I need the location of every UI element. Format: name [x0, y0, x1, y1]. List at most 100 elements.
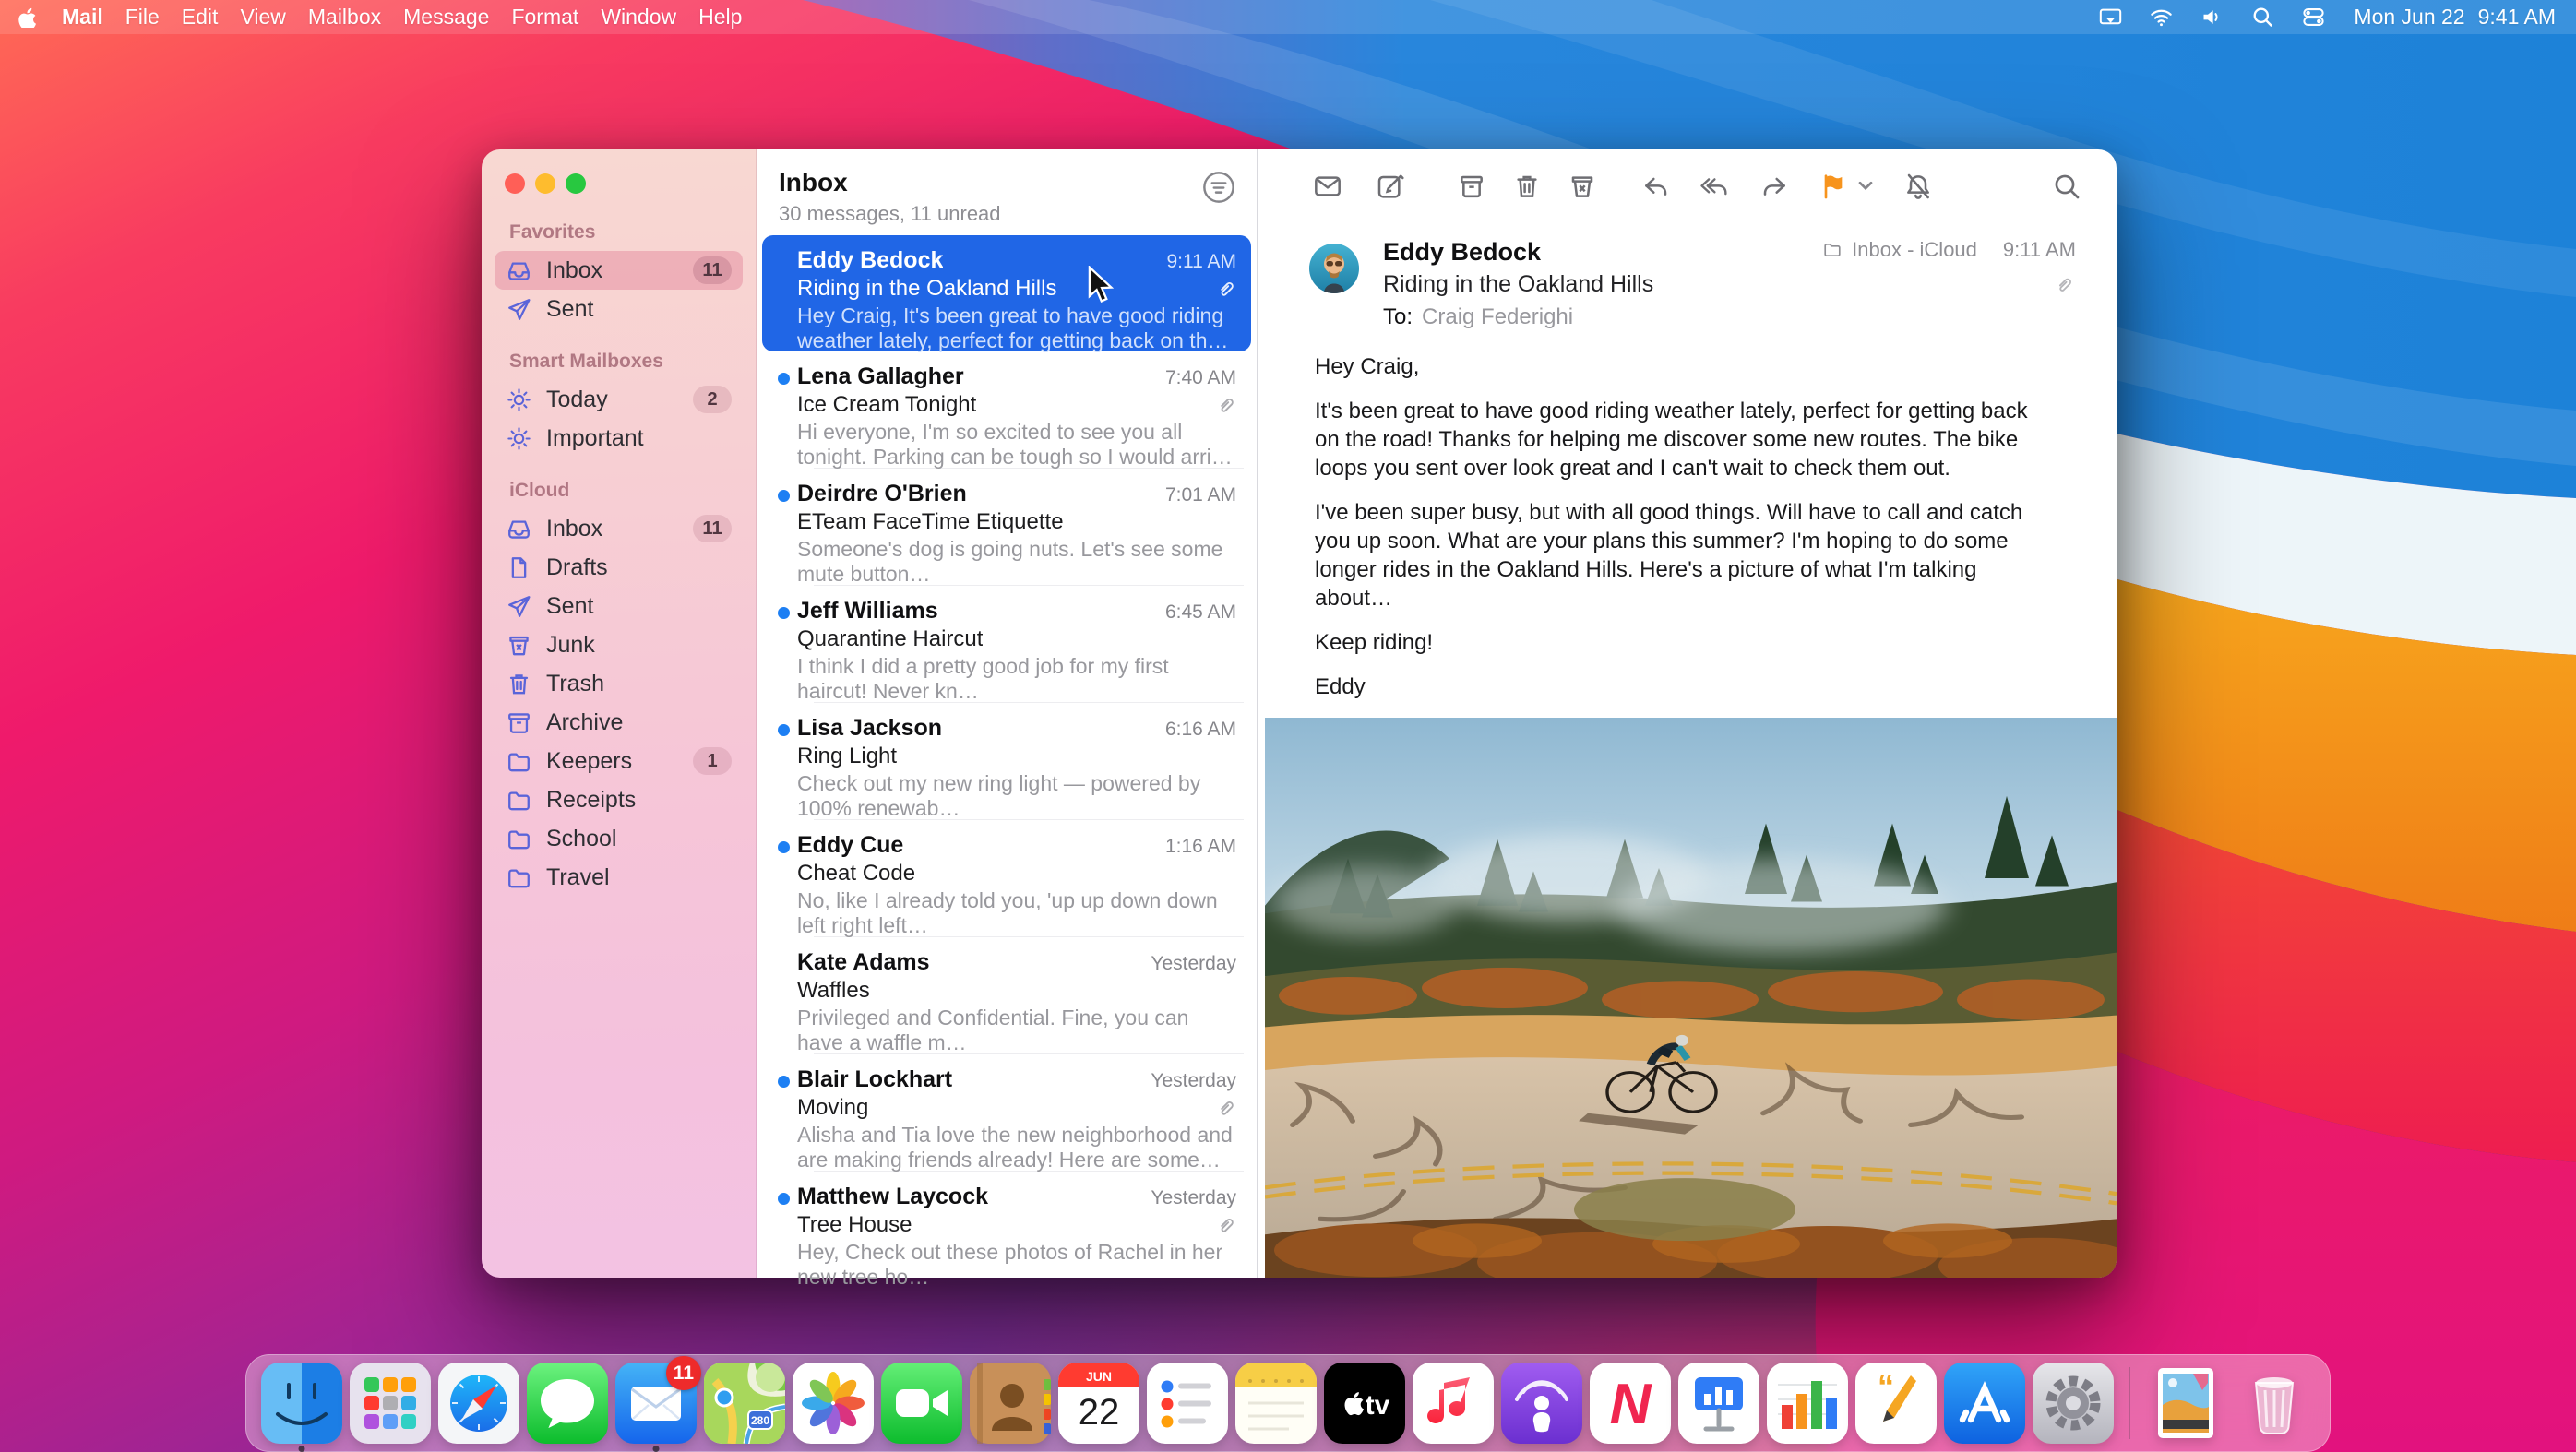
dock-podcasts-icon[interactable]: [1501, 1363, 1582, 1444]
dock-finder-icon[interactable]: [261, 1363, 342, 1444]
dock-system-preferences-icon[interactable]: [2033, 1363, 2114, 1444]
dock-music-icon[interactable]: [1413, 1363, 1494, 1444]
unread-dot: [778, 490, 790, 502]
forward-button[interactable]: [1756, 169, 1793, 204]
dock-safari-icon[interactable]: [438, 1363, 519, 1444]
chevron-down-icon[interactable]: [1857, 180, 1874, 193]
junk-button[interactable]: [1564, 169, 1601, 204]
apple-menu-icon[interactable]: [17, 6, 38, 28]
menu-mailbox[interactable]: Mailbox: [297, 0, 392, 34]
dock-trash-icon[interactable]: [2234, 1363, 2315, 1444]
archive-button[interactable]: [1453, 169, 1490, 204]
sidebar-item-receipts[interactable]: Receipts: [495, 780, 743, 819]
sidebar-item-school[interactable]: School: [495, 819, 743, 858]
sidebar-item-today[interactable]: Today 2: [495, 380, 743, 419]
menu-status-cluster: Mon Jun 22 9:41 AM: [2072, 5, 2556, 30]
dock-contacts-icon[interactable]: [970, 1363, 1051, 1444]
dock-mail-icon[interactable]: 11: [615, 1363, 697, 1444]
sidebar-item-inbox-icloud[interactable]: Inbox 11: [495, 509, 743, 548]
dock-maps-icon[interactable]: 280: [704, 1363, 785, 1444]
reply-button[interactable]: [1638, 169, 1675, 204]
message-time: 7:40 AM: [1156, 367, 1236, 389]
menu-format[interactable]: Format: [500, 0, 590, 34]
message-row[interactable]: Blair LockhartYesterday Moving Alisha an…: [762, 1054, 1251, 1171]
get-mail-button[interactable]: [1309, 169, 1346, 204]
wifi-icon[interactable]: [2149, 5, 2174, 30]
message-row[interactable]: Kate AdamsYesterday Waffles Privileged a…: [762, 937, 1251, 1053]
menu-clock[interactable]: Mon Jun 22 9:41 AM: [2354, 5, 2556, 30]
recipient-name[interactable]: Craig Federighi: [1422, 304, 1573, 329]
delete-button[interactable]: [1509, 169, 1545, 204]
dock-apple-tv-icon[interactable]: tv: [1324, 1363, 1405, 1444]
close-button[interactable]: [505, 173, 525, 194]
sidebar-item-trash[interactable]: Trash: [495, 664, 743, 703]
folder-icon: [506, 826, 532, 852]
menu-message[interactable]: Message: [392, 0, 500, 34]
compose-button[interactable]: [1372, 169, 1409, 204]
message-time: Yesterday: [1141, 953, 1236, 975]
menu-window[interactable]: Window: [590, 0, 687, 34]
message-subject: Waffles: [797, 978, 870, 1004]
message-row[interactable]: Deirdre O'Brien7:01 AM ETeam FaceTime Et…: [762, 469, 1251, 585]
dock-facetime-icon[interactable]: [881, 1363, 962, 1444]
menu-view[interactable]: View: [229, 0, 296, 34]
dock-reminders-icon[interactable]: [1147, 1363, 1228, 1444]
dock-launchpad-icon[interactable]: [350, 1363, 431, 1444]
message-preview: Hey Craig, It's been great to have good …: [797, 303, 1236, 353]
inbox-icon: [506, 257, 532, 284]
running-indicator: [653, 1446, 660, 1452]
message-row[interactable]: Eddy Cue1:16 AM Cheat Code No, like I al…: [762, 820, 1251, 936]
dock-downloads-file-icon[interactable]: [2145, 1363, 2226, 1444]
dock-calendar-icon[interactable]: JUN 22: [1058, 1363, 1139, 1444]
filter-icon[interactable]: [1201, 170, 1236, 205]
minimize-button[interactable]: [535, 173, 555, 194]
spotlight-icon[interactable]: [2250, 5, 2275, 30]
dock-keynote-icon[interactable]: [1678, 1363, 1759, 1444]
sidebar-item-label: Archive: [546, 709, 623, 736]
dock-app-store-icon[interactable]: [1944, 1363, 2025, 1444]
sidebar-item-label: Sent: [546, 296, 593, 323]
attachment-icon: [1215, 279, 1236, 300]
unread-badge: 1: [693, 747, 732, 775]
menu-edit[interactable]: Edit: [171, 0, 230, 34]
sidebar-item-archive[interactable]: Archive: [495, 703, 743, 742]
message-row[interactable]: Lena Gallagher7:40 AM Ice Cream Tonight …: [762, 351, 1251, 468]
message-row[interactable]: Jeff Williams6:45 AM Quarantine Haircut …: [762, 586, 1251, 702]
zoom-button[interactable]: [566, 173, 586, 194]
menu-mail[interactable]: Mail: [51, 0, 114, 34]
message-preview: Alisha and Tia love the new neighborhood…: [797, 1123, 1236, 1172]
reply-all-button[interactable]: [1697, 169, 1734, 204]
sidebar-item-drafts[interactable]: Drafts: [495, 548, 743, 587]
screen-mirroring-icon[interactable]: [2098, 5, 2123, 30]
sidebar-item-inbox-favorites[interactable]: Inbox 11: [495, 251, 743, 290]
dock-notes-icon[interactable]: [1235, 1363, 1317, 1444]
tv-label: tv: [1366, 1390, 1390, 1421]
unread-dot: [778, 373, 790, 385]
sidebar-item-sent-icloud[interactable]: Sent: [495, 587, 743, 625]
archive-icon: [506, 709, 532, 736]
header-recipients: To:Craig Federighi: [1383, 304, 1653, 330]
control-center-icon[interactable]: [2301, 5, 2326, 30]
menu-help[interactable]: Help: [687, 0, 753, 34]
menu-file[interactable]: File: [114, 0, 171, 34]
sidebar-item-junk[interactable]: Junk: [495, 625, 743, 664]
sidebar-item-label: Trash: [546, 671, 604, 697]
sidebar-item-sent-favorites[interactable]: Sent: [495, 290, 743, 328]
dock-numbers-icon[interactable]: [1767, 1363, 1848, 1444]
sidebar-item-keepers[interactable]: Keepers 1: [495, 742, 743, 780]
flag-button[interactable]: [1815, 169, 1874, 204]
dock-messages-icon[interactable]: [527, 1363, 608, 1444]
dock-photos-icon[interactable]: [793, 1363, 874, 1444]
attachment-photo[interactable]: [1265, 718, 2117, 1278]
message-row[interactable]: Matthew LaycockYesterday Tree House Hey,…: [762, 1172, 1251, 1288]
message-row[interactable]: Eddy Bedock9:11 AM Riding in the Oakland…: [762, 235, 1251, 351]
volume-icon[interactable]: [2200, 5, 2224, 30]
sidebar-item-travel[interactable]: Travel: [495, 858, 743, 897]
dock-pages-icon[interactable]: “: [1855, 1363, 1937, 1444]
dock-news-icon[interactable]: N: [1590, 1363, 1671, 1444]
message-row[interactable]: Lisa Jackson6:16 AM Ring Light Check out…: [762, 703, 1251, 819]
mute-button[interactable]: [1900, 169, 1937, 204]
search-icon[interactable]: [2048, 169, 2085, 204]
sidebar-item-important[interactable]: Important: [495, 419, 743, 458]
header-meta: Inbox - iCloud 9:11 AM: [1821, 238, 2076, 330]
